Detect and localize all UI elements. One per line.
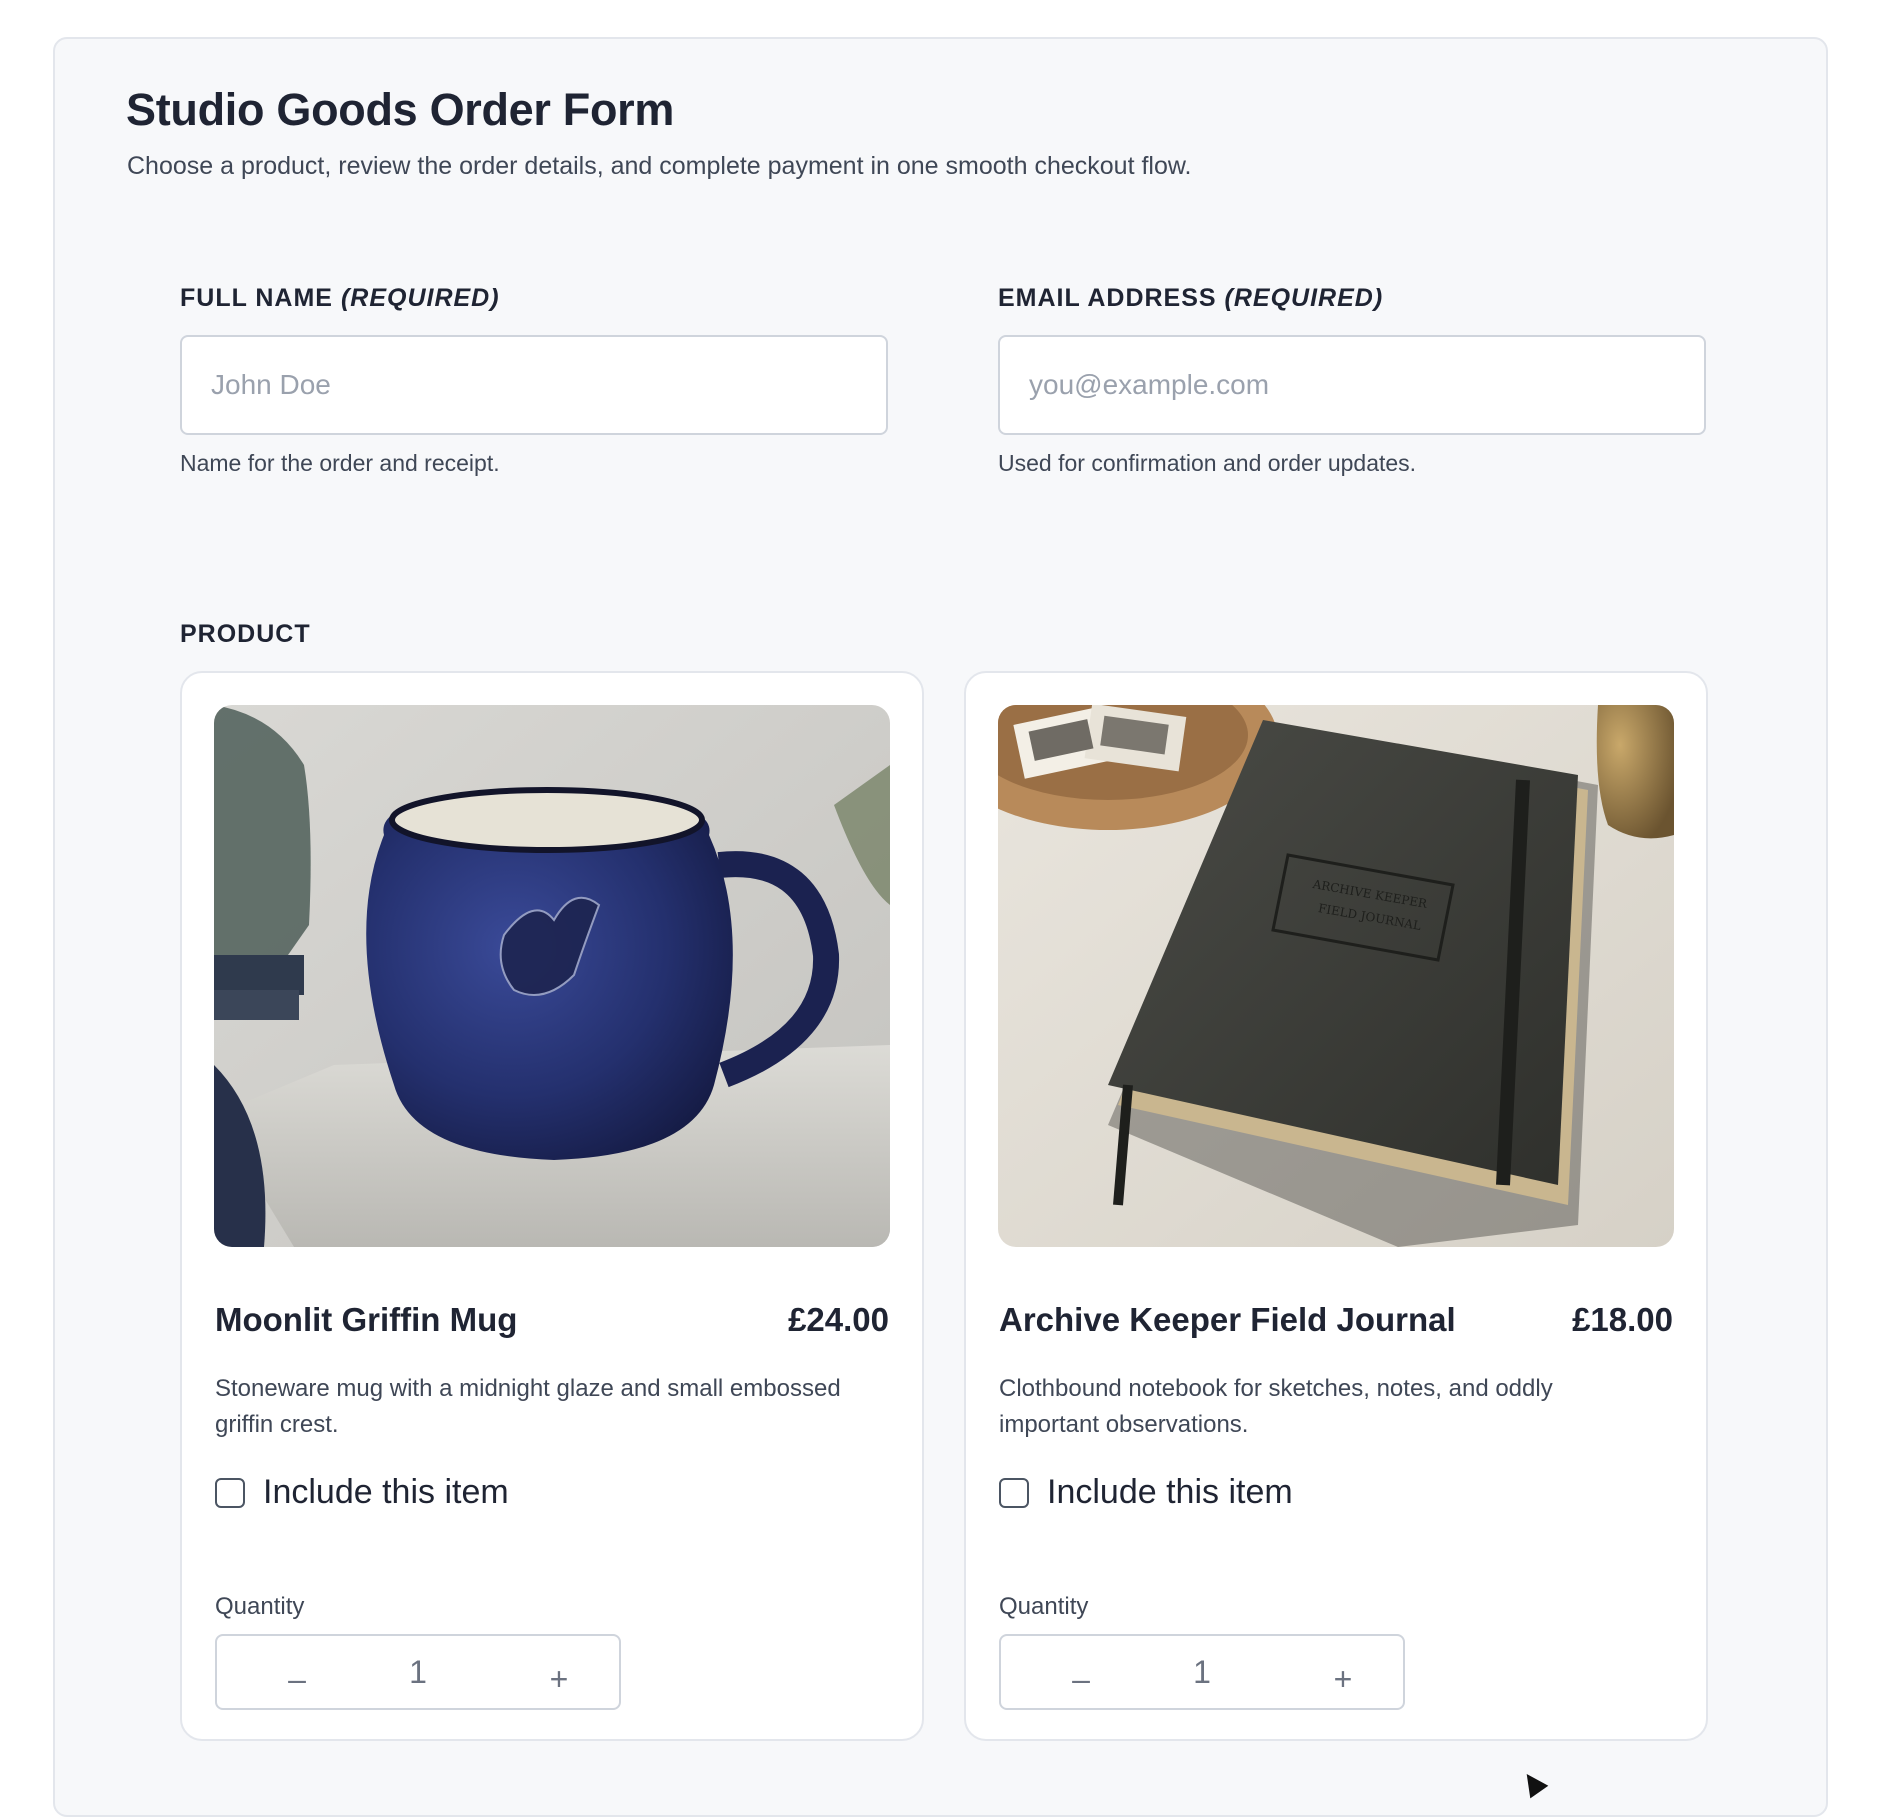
include-item-label: Include this item: [263, 1473, 509, 1511]
email-help: Used for confirmation and order updates.: [998, 450, 1417, 476]
quantity-stepper: – +: [215, 1634, 621, 1710]
product-description: Clothbound notebook for sketches, notes,…: [999, 1375, 1553, 1438]
quantity-increase-button[interactable]: +: [1293, 1636, 1393, 1708]
journal-photo-icon: ARCHIVE KEEPER FIELD JOURNAL: [998, 705, 1674, 1247]
quantity-input[interactable]: [347, 1636, 489, 1708]
page-title: Studio Goods Order Form: [126, 84, 675, 135]
email-required-marker: (Required): [1224, 284, 1384, 312]
mug-image: [214, 705, 890, 1247]
quantity-decrease-button[interactable]: –: [1031, 1636, 1131, 1708]
quantity-increase-button[interactable]: +: [509, 1636, 609, 1708]
quantity-decrease-button[interactable]: –: [247, 1636, 347, 1708]
include-item-toggle[interactable]: Include this item: [999, 1473, 1293, 1512]
email-label-text: Email Address: [998, 284, 1217, 312]
full-name-label: Full Name (Required): [180, 284, 500, 313]
full-name-label-text: Full Name: [180, 284, 333, 312]
product-price: £24.00: [788, 1301, 889, 1338]
product-description: Stoneware mug with a midnight glaze and …: [215, 1375, 841, 1438]
full-name-required-marker: (Required): [340, 284, 500, 312]
quantity-input[interactable]: [1131, 1636, 1273, 1708]
email-label: Email Address (Required): [998, 284, 1383, 313]
quantity-label: Quantity: [999, 1593, 1089, 1620]
product-name: Moonlit Griffin Mug: [215, 1301, 518, 1338]
product-section-label: Product: [180, 620, 311, 648]
journal-image: ARCHIVE KEEPER FIELD JOURNAL: [998, 705, 1674, 1247]
full-name-input[interactable]: [180, 335, 888, 435]
full-name-help: Name for the order and receipt.: [180, 450, 500, 476]
mug-photo-icon: [214, 705, 890, 1247]
quantity-stepper: – +: [999, 1634, 1405, 1710]
product-price: £18.00: [1572, 1301, 1673, 1338]
include-item-checkbox[interactable]: [215, 1477, 245, 1508]
email-input[interactable]: [998, 335, 1706, 435]
include-item-label: Include this item: [1047, 1473, 1293, 1511]
include-item-toggle[interactable]: Include this item: [215, 1473, 509, 1512]
quantity-label: Quantity: [215, 1593, 305, 1620]
include-item-checkbox[interactable]: [999, 1477, 1029, 1508]
product-card-mug: Moonlit Griffin Mug £24.00 Stoneware mug…: [180, 671, 924, 1741]
product-name: Archive Keeper Field Journal: [999, 1301, 1456, 1338]
page-subtitle: Choose a product, review the order detai…: [127, 152, 1192, 180]
product-card-journal: ARCHIVE KEEPER FIELD JOURNAL Archive Kee…: [964, 671, 1708, 1741]
